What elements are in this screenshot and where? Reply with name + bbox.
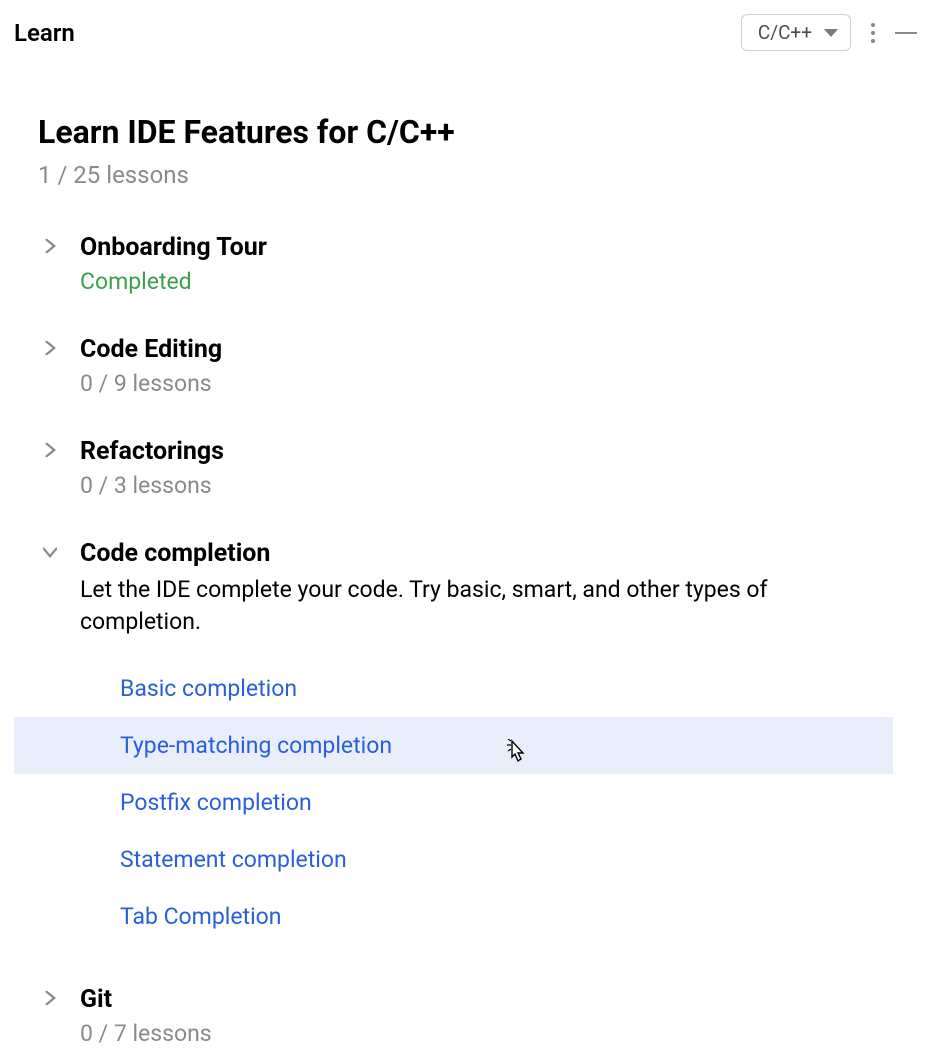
section-description: Let the IDE complete your code. Try basi…: [80, 574, 893, 638]
chevron-right-icon: [38, 233, 62, 253]
lesson-basic-completion[interactable]: Basic completion: [14, 660, 893, 717]
more-menu-button[interactable]: [867, 19, 879, 47]
lesson-type-matching-completion[interactable]: Type-matching completion: [14, 717, 893, 774]
lesson-statement-completion[interactable]: Statement completion: [14, 831, 893, 888]
section-git[interactable]: Git 0 / 7 lessons: [38, 985, 893, 1047]
chevron-right-icon: [38, 985, 62, 1005]
minimize-button[interactable]: [895, 32, 917, 34]
section-status: 0 / 9 lessons: [80, 370, 893, 397]
page-title: Learn IDE Features for C/C++: [38, 113, 893, 151]
section-status: 0 / 7 lessons: [80, 1020, 893, 1047]
lesson-label: Type-matching completion: [120, 732, 392, 759]
chevron-right-icon: [38, 437, 62, 457]
section-status: Completed: [80, 268, 893, 295]
section-title: Refactorings: [80, 437, 893, 466]
chevron-down-icon: [38, 539, 62, 559]
chevron-right-icon: [38, 335, 62, 355]
section-status: 0 / 3 lessons: [80, 472, 893, 499]
section-code-editing[interactable]: Code Editing 0 / 9 lessons: [38, 335, 893, 397]
section-title: Code completion: [80, 539, 893, 568]
chevron-down-icon: [824, 29, 838, 37]
section-onboarding-tour[interactable]: Onboarding Tour Completed: [38, 233, 893, 295]
cursor-pointer-icon: [504, 739, 528, 773]
section-title: Onboarding Tour: [80, 233, 893, 262]
section-title: Git: [80, 985, 893, 1014]
section-title: Code Editing: [80, 335, 893, 364]
lesson-postfix-completion[interactable]: Postfix completion: [14, 774, 893, 831]
language-selector[interactable]: C/C++: [741, 14, 851, 51]
progress-counter: 1 / 25 lessons: [38, 161, 893, 189]
panel-title: Learn: [14, 19, 75, 47]
language-selector-label: C/C++: [758, 21, 812, 44]
section-code-completion[interactable]: Code completion Let the IDE complete you…: [38, 539, 893, 945]
lesson-tab-completion[interactable]: Tab Completion: [14, 888, 893, 945]
section-refactorings[interactable]: Refactorings 0 / 3 lessons: [38, 437, 893, 499]
